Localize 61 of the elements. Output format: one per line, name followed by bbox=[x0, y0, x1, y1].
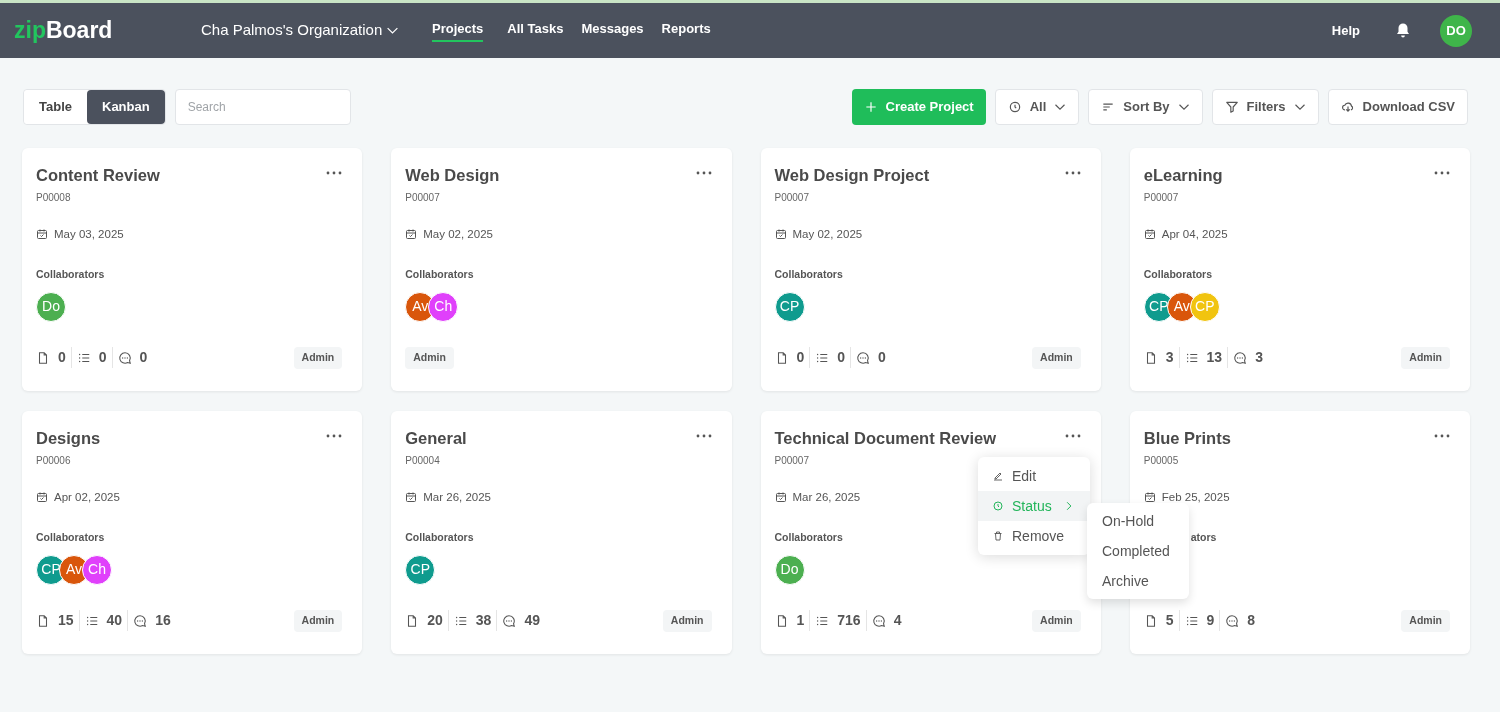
stat-count: 1 bbox=[796, 611, 805, 631]
project-id: P00004 bbox=[405, 453, 440, 468]
stat-count: 0 bbox=[139, 348, 148, 368]
role-tag: Admin bbox=[1032, 609, 1081, 632]
due-date: May 02, 2025 bbox=[423, 226, 493, 242]
role-tag: Admin bbox=[1401, 346, 1450, 369]
card-title: Technical Document Review bbox=[774, 428, 997, 449]
collaborators-label: Collaborators bbox=[1143, 267, 1212, 282]
role-tag: Admin bbox=[293, 609, 343, 632]
stat-count: 49 bbox=[524, 611, 540, 631]
project-id: P00007 bbox=[1143, 190, 1179, 205]
stat-count: 38 bbox=[475, 611, 492, 631]
stat-count: 5 bbox=[1165, 611, 1174, 631]
collaborators-label: Collaborators bbox=[774, 267, 843, 282]
collaborators-label: Collaborators bbox=[36, 530, 105, 545]
card-title: Designs bbox=[36, 428, 101, 449]
stat-count: 4 bbox=[893, 611, 902, 631]
stat-count: 8 bbox=[1247, 611, 1256, 631]
collaborators-label: ators bbox=[1190, 530, 1217, 545]
project-id: P00007 bbox=[405, 190, 440, 205]
card-title: Blue Prints bbox=[1143, 428, 1231, 449]
role-tag: Admin bbox=[1401, 609, 1450, 632]
project-id: P00006 bbox=[36, 453, 71, 468]
role-tag: Admin bbox=[1032, 346, 1081, 369]
card-title: General bbox=[405, 428, 467, 449]
stat-count: 0 bbox=[796, 348, 805, 368]
stat-count: 0 bbox=[837, 348, 846, 368]
stat-count: 716 bbox=[837, 611, 861, 631]
stat-count: 15 bbox=[58, 611, 74, 631]
stat-count: 40 bbox=[106, 611, 123, 631]
stat-count: 0 bbox=[98, 348, 107, 368]
stat-count: 9 bbox=[1206, 611, 1215, 631]
collaborators-label: Collaborators bbox=[36, 267, 105, 282]
project-id: P00008 bbox=[36, 190, 71, 205]
card-title: Web Design bbox=[405, 165, 500, 186]
stat-count: 3 bbox=[1165, 348, 1174, 368]
role-tag: Admin bbox=[293, 346, 343, 369]
collaborators-label: Collaborators bbox=[774, 530, 843, 545]
collaborators-label: Collaborators bbox=[405, 267, 474, 282]
stat-count: 3 bbox=[1255, 348, 1263, 368]
due-date: Mar 26, 2025 bbox=[792, 489, 861, 505]
project-id: P00005 bbox=[1143, 453, 1179, 468]
role-tag: Admin bbox=[405, 346, 454, 369]
card-title: Content Review bbox=[36, 165, 160, 186]
project-id: P00007 bbox=[774, 190, 809, 205]
due-date: Apr 04, 2025 bbox=[1161, 226, 1228, 242]
due-date: May 03, 2025 bbox=[54, 226, 124, 242]
stat-count: 0 bbox=[58, 348, 66, 368]
stat-count: 0 bbox=[878, 348, 886, 368]
card-title: eLearning bbox=[1143, 165, 1223, 186]
collaborators-label: Collaborators bbox=[405, 530, 474, 545]
card-title: Web Design Project bbox=[774, 165, 930, 186]
stat-count: 16 bbox=[155, 611, 171, 631]
stat-count: 20 bbox=[427, 611, 443, 631]
role-tag: Admin bbox=[662, 609, 712, 632]
due-date: Feb 25, 2025 bbox=[1161, 489, 1230, 505]
due-date: Apr 02, 2025 bbox=[54, 489, 120, 505]
stat-count: 13 bbox=[1206, 348, 1223, 368]
project-id: P00007 bbox=[774, 453, 809, 468]
due-date: May 02, 2025 bbox=[792, 226, 863, 242]
due-date: Mar 26, 2025 bbox=[423, 489, 491, 505]
